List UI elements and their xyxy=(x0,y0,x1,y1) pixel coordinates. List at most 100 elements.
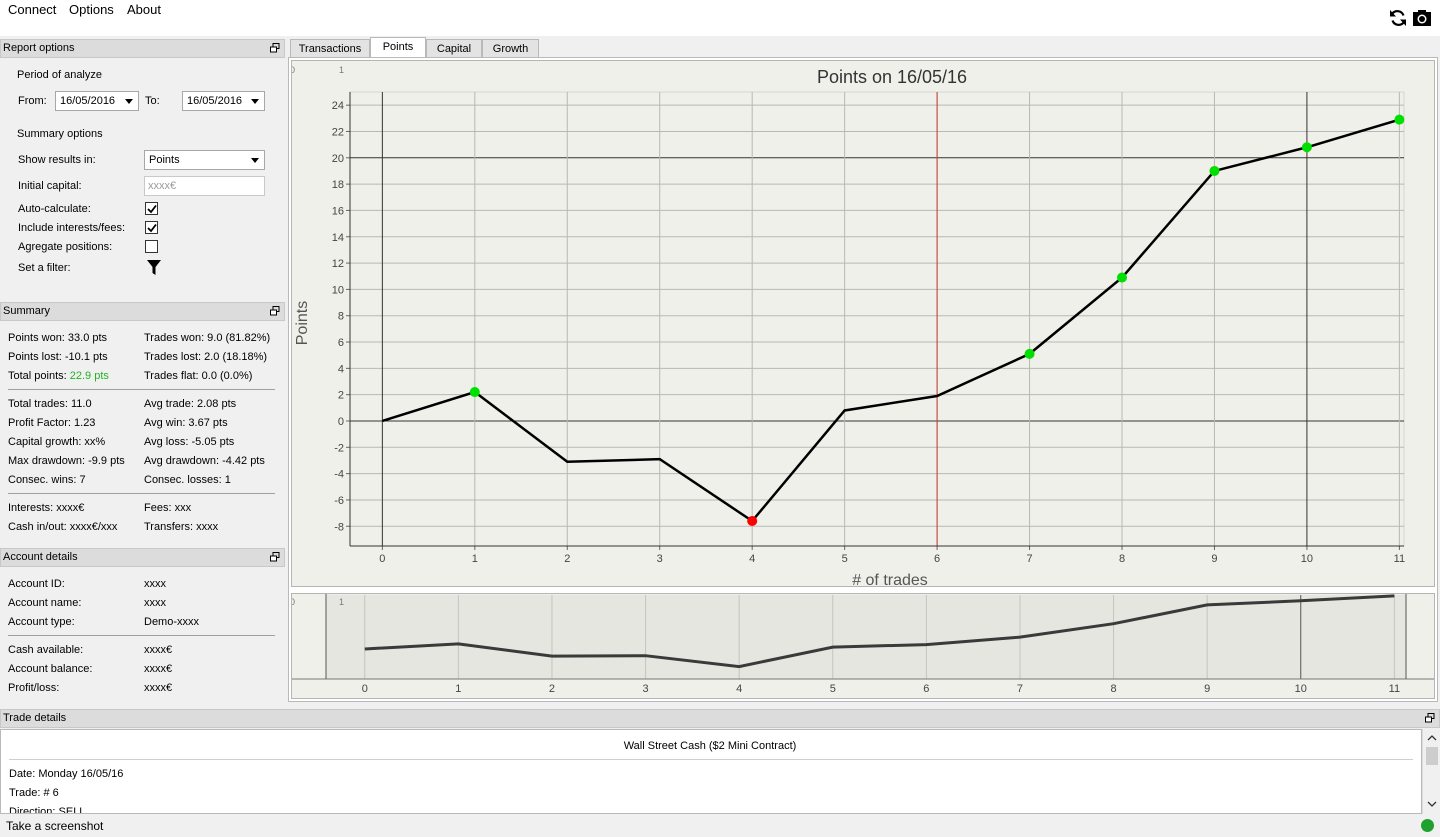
account-details-title: Account details xyxy=(3,551,78,563)
summary-title: Summary xyxy=(3,305,51,317)
to-date-picker[interactable]: 16/05/2016 xyxy=(182,91,265,111)
overview-x-tick-label: 5 xyxy=(830,683,836,695)
y-tick-label: 8 xyxy=(338,311,344,323)
chart-title: Points on 16/05/16 xyxy=(817,67,967,87)
filter-label: Set a filter: xyxy=(18,262,71,274)
overview-x-tick-label: 4 xyxy=(736,683,742,695)
trade-details-title: Trade details xyxy=(3,712,67,724)
scroll-up-icon[interactable] xyxy=(1427,734,1437,741)
menu-bar: Connect Options About xyxy=(0,0,1440,36)
avg-drawdown: Avg drawdown: -4.42 pts xyxy=(144,455,265,467)
overview-chart[interactable]: 0 1 0 1 2 3 4 5 6 7 8 9 10 11 xyxy=(292,594,1434,698)
y-tick-label: 10 xyxy=(332,284,344,296)
show-results-select[interactable]: Points xyxy=(144,150,265,170)
win-point[interactable] xyxy=(1394,114,1405,125)
include-fees-label: Include interests/fees: xyxy=(18,222,126,234)
scroll-down-icon[interactable] xyxy=(1427,801,1437,808)
tab-capital[interactable]: Capital xyxy=(426,39,482,58)
y-tick-label: -6 xyxy=(334,495,344,507)
win-point[interactable] xyxy=(1301,142,1312,153)
refresh-icon[interactable] xyxy=(1388,8,1408,28)
win-point[interactable] xyxy=(1117,272,1128,283)
corner-label-1: 1 xyxy=(339,65,344,75)
from-date-picker[interactable]: 16/05/2016 xyxy=(55,91,139,111)
trade-details-panel: Wall Street Cash ($2 Mini Contract) Date… xyxy=(0,729,1422,814)
menu-about[interactable]: About xyxy=(127,2,161,17)
x-tick-label: 9 xyxy=(1211,553,1217,565)
report-options-title-bar: Report options xyxy=(0,39,285,58)
account-type-label: Account type: xyxy=(8,616,75,628)
report-options-title: Report options xyxy=(3,42,75,54)
win-point[interactable] xyxy=(1209,165,1220,176)
overview-selection-window[interactable] xyxy=(326,595,1406,679)
win-point[interactable] xyxy=(469,387,480,398)
trade-instrument: Wall Street Cash ($2 Mini Contract) xyxy=(623,740,797,752)
trade-number: Trade: # 6 xyxy=(9,787,59,799)
loss-point[interactable] xyxy=(747,515,758,526)
show-results-label: Show results in: xyxy=(18,154,96,166)
x-tick-label: 5 xyxy=(842,553,848,565)
undock-icon[interactable] xyxy=(270,306,280,316)
trade-details-scrollbar[interactable] xyxy=(1422,729,1440,814)
auto-calculate-label: Auto-calculate: xyxy=(18,203,91,215)
trades-flat: Trades flat: 0.0 (0.0%) xyxy=(144,370,253,382)
undock-icon[interactable] xyxy=(1425,713,1435,723)
account-id-label: Account ID: xyxy=(8,578,65,590)
connection-status-indicator xyxy=(1421,819,1434,832)
corner-label-0: 0 xyxy=(292,65,295,75)
divider xyxy=(8,389,275,390)
from-date-value: 16/05/2016 xyxy=(60,95,116,107)
tab-points[interactable]: Points xyxy=(370,37,426,58)
status-bar: Take a screenshot xyxy=(0,814,1440,837)
show-results-value: Points xyxy=(149,154,180,166)
profit-loss-label: Profit/loss: xyxy=(8,682,60,694)
initial-capital-input[interactable]: xxxx€ xyxy=(144,176,265,196)
plot-area xyxy=(349,91,1405,547)
aggregate-label: Agregate positions: xyxy=(18,241,113,253)
include-fees-checkbox[interactable] xyxy=(145,221,158,234)
total-trades: Total trades: 11.0 xyxy=(8,398,92,410)
checkmark-icon xyxy=(147,223,157,233)
camera-icon[interactable] xyxy=(1412,8,1432,28)
max-drawdown: Max drawdown: -9.9 pts xyxy=(8,455,125,467)
points-chart[interactable]: Points on 16/05/16 0 1 -8-6-4-2024681012… xyxy=(292,61,1434,586)
profit-factor: Profit Factor: 1.23 xyxy=(8,417,96,429)
aggregate-checkbox[interactable] xyxy=(145,240,158,253)
menu-connect[interactable]: Connect xyxy=(8,2,56,17)
x-tick-label: 2 xyxy=(564,553,570,565)
points-series-line xyxy=(381,118,1400,523)
tab-growth[interactable]: Growth xyxy=(482,39,539,58)
y-axis-label: Points xyxy=(294,301,311,345)
transfers: Transfers: xxxx xyxy=(144,521,219,533)
x-tick-label: 10 xyxy=(1301,553,1313,565)
undock-icon[interactable] xyxy=(270,552,280,562)
profit-loss-value: xxxx€ xyxy=(144,682,173,694)
summary-options-label: Summary options xyxy=(17,128,103,140)
scrollbar-thumb[interactable] xyxy=(1426,747,1438,765)
account-name-value: xxxx xyxy=(144,597,166,609)
trades-lost: Trades lost: 2.0 (18.18%) xyxy=(144,351,268,363)
menu-options[interactable]: Options xyxy=(69,2,114,17)
from-label: From: xyxy=(18,95,47,107)
auto-calculate-checkbox[interactable] xyxy=(145,202,158,215)
x-tick-label: 7 xyxy=(1026,553,1032,565)
fees: Fees: xxx xyxy=(144,502,192,514)
overview-x-tick-label: 3 xyxy=(642,683,648,695)
x-tick-label: 1 xyxy=(472,553,478,565)
y-tick-label: -4 xyxy=(334,469,344,481)
overview-corner-label-1: 1 xyxy=(339,597,344,607)
divider xyxy=(9,759,1413,760)
win-point[interactable] xyxy=(1024,348,1035,359)
to-date-value: 16/05/2016 xyxy=(187,95,243,107)
divider xyxy=(8,635,275,636)
y-tick-label: 6 xyxy=(338,337,344,349)
undock-icon[interactable] xyxy=(270,43,280,53)
filter-icon[interactable] xyxy=(147,260,161,276)
chevron-down-icon xyxy=(251,158,259,163)
avg-win: Avg win: 3.67 pts xyxy=(144,417,228,429)
y-tick-label: -2 xyxy=(334,442,344,454)
tab-transactions[interactable]: Transactions xyxy=(290,39,370,58)
initial-capital-label: Initial capital: xyxy=(18,180,82,192)
y-tick-label: 24 xyxy=(332,100,344,112)
capital-growth: Capital growth: xx% xyxy=(8,436,106,448)
